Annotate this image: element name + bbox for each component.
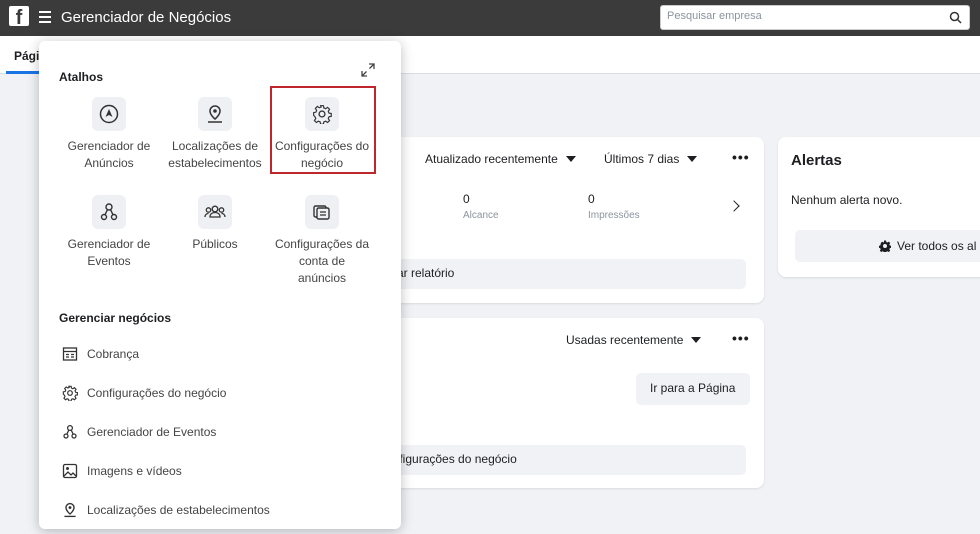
menu-item-locations[interactable]: Localizações de estabelecimentos: [59, 499, 379, 521]
search-box[interactable]: [660, 5, 970, 30]
caret-down-icon: [565, 156, 576, 162]
shortcut-label: Localizações de estabelecimentos: [168, 139, 262, 170]
chevron-right-icon[interactable]: [728, 200, 740, 212]
shortcut-label: Públicos: [192, 237, 238, 251]
update-dropdown-label: Atualizado recentemente: [425, 152, 558, 166]
app-title[interactable]: Gerenciador de Negócios: [61, 9, 231, 26]
alerts-title: Alertas: [791, 152, 842, 169]
business-settings-label: onfigurações do negócio: [386, 452, 517, 466]
manage-business-title: Gerenciar negócios: [59, 311, 172, 325]
event-tree-icon: [92, 195, 126, 229]
update-dropdown[interactable]: Atualizado recentemente: [425, 152, 576, 166]
impressions-value: 0: [588, 192, 595, 206]
shortcut-locations[interactable]: Localizações de estabelecimentos: [160, 97, 270, 172]
report-button[interactable]: ar relatório: [380, 259, 746, 289]
no-alerts-text: Nenhum alerta novo.: [791, 193, 903, 207]
reach-value: 0: [463, 192, 470, 206]
menu-item-images-videos[interactable]: Imagens e vídeos: [59, 460, 379, 482]
alerts-card: Alertas Nenhum alerta novo. Ver todos os…: [778, 137, 980, 277]
more-options-icon[interactable]: •••: [732, 149, 750, 165]
menu-item-label: Cobrança: [87, 347, 140, 361]
expand-icon[interactable]: [361, 63, 375, 77]
shortcut-label: Gerenciador de Anúncios: [67, 139, 151, 170]
used-dropdown[interactable]: Usadas recentemente: [566, 333, 702, 347]
navigation-icon: [92, 97, 126, 131]
location-pin-icon: [61, 501, 79, 519]
period-dropdown-label: Últimos 7 dias: [604, 152, 680, 166]
reach-label: Alcance: [463, 210, 499, 221]
more-options-icon[interactable]: •••: [732, 330, 750, 346]
business-settings-button[interactable]: onfigurações do negócio: [380, 445, 746, 475]
pages-card: Usadas recentemente ••• Ir para a Página…: [380, 318, 764, 488]
top-bar: f Gerenciador de Negócios: [0, 0, 980, 36]
event-tree-icon: [61, 423, 79, 441]
active-tab-indicator: [6, 71, 42, 74]
shortcut-ad-account-settings[interactable]: Configurações da conta de anúncios: [267, 195, 377, 287]
menu-item-label: Gerenciador de Eventos: [87, 425, 217, 439]
go-to-page-button[interactable]: Ir para a Página: [636, 373, 750, 405]
location-pin-icon: [198, 97, 232, 131]
used-dropdown-label: Usadas recentemente: [566, 333, 684, 347]
caret-down-icon: [691, 337, 702, 343]
facebook-logo-icon[interactable]: f: [9, 6, 29, 26]
menu-item-events-manager[interactable]: Gerenciador de Eventos: [59, 421, 379, 443]
gear-icon: [879, 240, 891, 252]
shortcut-audiences[interactable]: Públicos: [160, 195, 270, 253]
shortcut-label: Gerenciador de Eventos: [67, 237, 151, 268]
period-dropdown[interactable]: Últimos 7 dias: [604, 152, 698, 166]
business-manager-menu: Atalhos Gerenciador de Anúncios Localizaç…: [39, 41, 401, 529]
shortcuts-title: Atalhos: [59, 70, 104, 84]
ad-account-settings-icon: [305, 195, 339, 229]
menu-icon[interactable]: [39, 11, 51, 23]
view-all-alerts-button[interactable]: Ver todos os al: [795, 230, 980, 262]
impressions-label: Impressões: [588, 210, 640, 221]
go-to-page-label: Ir para a Página: [650, 381, 736, 395]
search-icon[interactable]: [949, 11, 962, 24]
insights-card: Atualizado recentemente Últimos 7 dias •…: [380, 137, 764, 303]
billing-icon: [61, 345, 79, 363]
image-icon: [61, 462, 79, 480]
view-all-alerts-label: Ver todos os al: [897, 239, 977, 253]
search-input[interactable]: [667, 10, 937, 22]
gear-icon: [61, 384, 79, 402]
menu-item-label: Localizações de estabelecimentos: [87, 503, 270, 517]
caret-down-icon: [687, 156, 698, 162]
audience-icon: [198, 195, 232, 229]
shortcut-events-manager[interactable]: Gerenciador de Eventos: [54, 195, 164, 270]
menu-item-billing[interactable]: Cobrança: [59, 343, 379, 365]
shortcut-ads-manager[interactable]: Gerenciador de Anúncios: [54, 97, 164, 172]
report-button-label: ar relatório: [397, 266, 455, 280]
tab-pages[interactable]: Pági: [14, 49, 39, 63]
highlight-box: [270, 86, 376, 174]
menu-item-label: Configurações do negócio: [87, 386, 227, 400]
menu-item-business-settings[interactable]: Configurações do negócio: [59, 382, 379, 404]
menu-item-label: Imagens e vídeos: [87, 464, 182, 478]
shortcut-label: Configurações da conta de anúncios: [274, 237, 370, 285]
